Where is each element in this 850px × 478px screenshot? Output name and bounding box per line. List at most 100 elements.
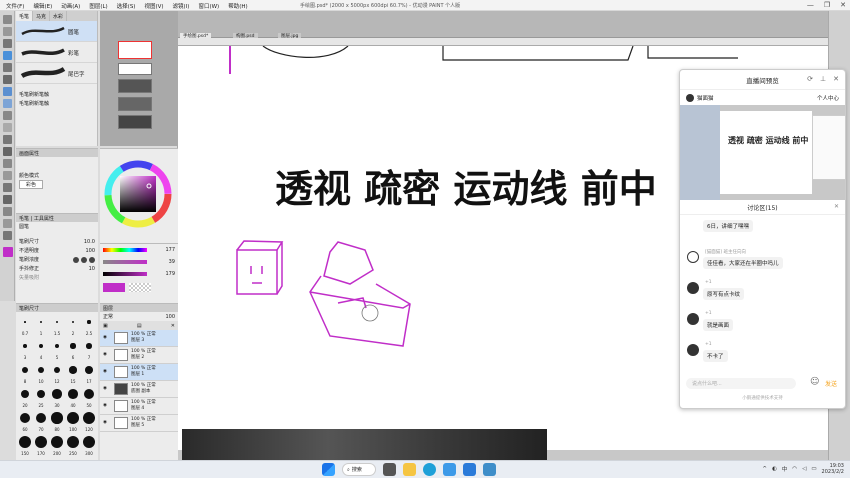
maximize-button[interactable]: ❐ xyxy=(824,1,830,9)
app-icon[interactable] xyxy=(443,463,456,476)
fill-tool-icon[interactable] xyxy=(3,147,12,156)
close-button[interactable]: ✕ xyxy=(840,1,846,9)
task-view-icon[interactable] xyxy=(383,463,396,476)
correct-line-tool-icon[interactable] xyxy=(3,231,12,240)
refresh-icon[interactable]: ⟳ xyxy=(807,75,813,83)
file-explorer-icon[interactable] xyxy=(403,463,416,476)
text-tool-icon[interactable] xyxy=(3,207,12,216)
layer-row[interactable]: ◉ 100 % 正常 图层 5 xyxy=(100,415,178,432)
close-comments-icon[interactable]: ✕ xyxy=(834,203,839,210)
layer-row[interactable]: ◉ 100 % 正常 底图 副本 xyxy=(100,381,178,398)
brush-size-cell[interactable]: 12 xyxy=(49,362,65,386)
menu-select[interactable]: 选择(S) xyxy=(117,2,136,10)
trash-icon[interactable]: ✕ xyxy=(171,323,175,329)
stabilization-row[interactable]: 手抖修正 10 xyxy=(16,264,98,273)
menu-view[interactable]: 视图(V) xyxy=(144,2,163,10)
brush-size-cell[interactable]: 25 xyxy=(33,386,49,410)
network-icon[interactable]: ◐ xyxy=(772,466,777,472)
brush-density-row[interactable]: 笔刷浓度 xyxy=(16,255,98,264)
brush-item-refresh-2[interactable]: 毛笔刷新笔触 xyxy=(16,99,97,108)
selection-tool-icon[interactable] xyxy=(3,51,12,60)
brush-size-cell[interactable]: 3 xyxy=(17,338,33,362)
brush-item-refresh-1[interactable]: 毛笔刷新笔触 xyxy=(16,90,97,99)
menu-window[interactable]: 窗口(W) xyxy=(198,2,219,10)
live-video-preview[interactable]: 透视 疏密 运动线 前中 xyxy=(680,105,845,200)
foreground-color-swatch[interactable] xyxy=(103,283,125,292)
clock[interactable]: 19:03 2023/2/2 xyxy=(822,463,844,475)
layer-row[interactable]: ◉ 100 % 正常 图层 2 xyxy=(100,347,178,364)
eye-icon[interactable]: ◉ xyxy=(103,403,107,408)
balloon-tool-icon[interactable] xyxy=(3,219,12,228)
page-thumbnail[interactable] xyxy=(118,115,152,129)
move-tool-icon[interactable] xyxy=(3,27,12,36)
eye-icon[interactable]: ◉ xyxy=(103,420,107,425)
send-button[interactable]: 发送 xyxy=(825,379,837,388)
brush-size-cell[interactable]: 7 xyxy=(81,338,97,362)
ime-indicator[interactable]: 中 xyxy=(782,465,788,473)
brush-size-cell[interactable]: 2 xyxy=(65,314,81,338)
brush-size-cell[interactable]: 8 xyxy=(17,362,33,386)
menu-help[interactable]: 帮助(H) xyxy=(228,2,247,10)
slider-row-s[interactable]: 39 xyxy=(100,256,178,268)
layer-row[interactable]: ◉ 100 % 正常 图层 3 xyxy=(100,330,178,347)
menu-animation[interactable]: 动画(A) xyxy=(61,2,80,10)
pencil-tool-icon[interactable] xyxy=(3,99,12,108)
comment-input[interactable]: 说点什么吧... xyxy=(686,378,796,389)
user-center-link[interactable]: 个人中心 xyxy=(817,94,839,102)
brush-item-round[interactable]: 圆笔 xyxy=(16,21,97,42)
hue-slider[interactable] xyxy=(103,248,147,252)
gradient-tool-icon[interactable] xyxy=(3,159,12,168)
density-dot-icon[interactable] xyxy=(89,256,95,263)
brush-size-cell[interactable]: 6 xyxy=(65,338,81,362)
brush-size-cell[interactable]: 170 xyxy=(33,434,49,458)
opacity-row[interactable]: 不透明度 100 xyxy=(16,246,98,255)
menu-layer[interactable]: 图层(L) xyxy=(89,2,107,10)
lasso-tool-icon[interactable] xyxy=(3,63,12,72)
brush-size-cell[interactable]: 1.5 xyxy=(49,314,65,338)
brush-size-cell[interactable]: 5 xyxy=(49,338,65,362)
eye-icon[interactable]: ◉ xyxy=(103,386,107,391)
operation-tool-icon[interactable] xyxy=(3,39,12,48)
eyedropper-tool-icon[interactable] xyxy=(3,75,12,84)
brush-size-cell[interactable]: 15 xyxy=(65,362,81,386)
windows-start-icon[interactable] xyxy=(322,463,335,476)
taskbar-search[interactable]: ⌕ 搜索 xyxy=(342,463,376,476)
vector-snap-row[interactable]: 矢量吸附 xyxy=(16,273,98,282)
battery-icon[interactable]: ▭ xyxy=(811,466,816,472)
density-dot-icon[interactable] xyxy=(81,256,87,263)
folder-icon[interactable]: ▤ xyxy=(137,323,142,329)
navigator-thumbnail[interactable] xyxy=(118,41,152,59)
edge-browser-icon[interactable] xyxy=(423,463,436,476)
color-wheel[interactable] xyxy=(100,149,178,244)
new-layer-icon[interactable]: ▣ xyxy=(103,323,108,329)
brush-size-cell[interactable]: 10 xyxy=(33,362,49,386)
brush-size-cell[interactable]: 300 xyxy=(81,434,97,458)
brush-size-cell[interactable]: 200 xyxy=(49,434,65,458)
eye-icon[interactable]: ◉ xyxy=(103,352,107,357)
ruler-tool-icon[interactable] xyxy=(3,195,12,204)
wifi-icon[interactable]: ◠ xyxy=(792,466,797,472)
brush-size-cell[interactable]: 100 xyxy=(65,410,81,434)
menu-filter[interactable]: 滤镜(I) xyxy=(173,2,190,10)
close-icon[interactable]: ✕ xyxy=(833,75,839,83)
brush-size-cell[interactable]: 0.7 xyxy=(17,314,33,338)
brush-size-cell[interactable]: 4 xyxy=(33,338,49,362)
app-icon[interactable] xyxy=(463,463,476,476)
frame-tool-icon[interactable] xyxy=(3,183,12,192)
minimize-button[interactable]: — xyxy=(807,1,814,9)
brush-size-cell[interactable]: 2.5 xyxy=(81,314,97,338)
saturation-slider[interactable] xyxy=(103,260,147,264)
layer-blend-row[interactable]: 正常 100 xyxy=(100,312,178,321)
brush-size-cell[interactable]: 70 xyxy=(33,410,49,434)
tab-marker[interactable]: 马克 xyxy=(33,11,51,21)
brush-item-color[interactable]: 彩笔 xyxy=(16,42,97,63)
menu-edit[interactable]: 编辑(E) xyxy=(33,2,52,10)
airbrush-tool-icon[interactable] xyxy=(3,123,12,132)
eye-icon[interactable]: ◉ xyxy=(103,335,107,340)
tab-watercolor[interactable]: 水彩 xyxy=(50,11,68,21)
density-dot-icon[interactable] xyxy=(73,256,79,263)
pin-icon[interactable]: ⊥ xyxy=(820,75,826,83)
figure-tool-icon[interactable] xyxy=(3,171,12,180)
transparent-color-swatch[interactable] xyxy=(129,283,151,292)
brush-size-cell[interactable]: 30 xyxy=(49,386,65,410)
